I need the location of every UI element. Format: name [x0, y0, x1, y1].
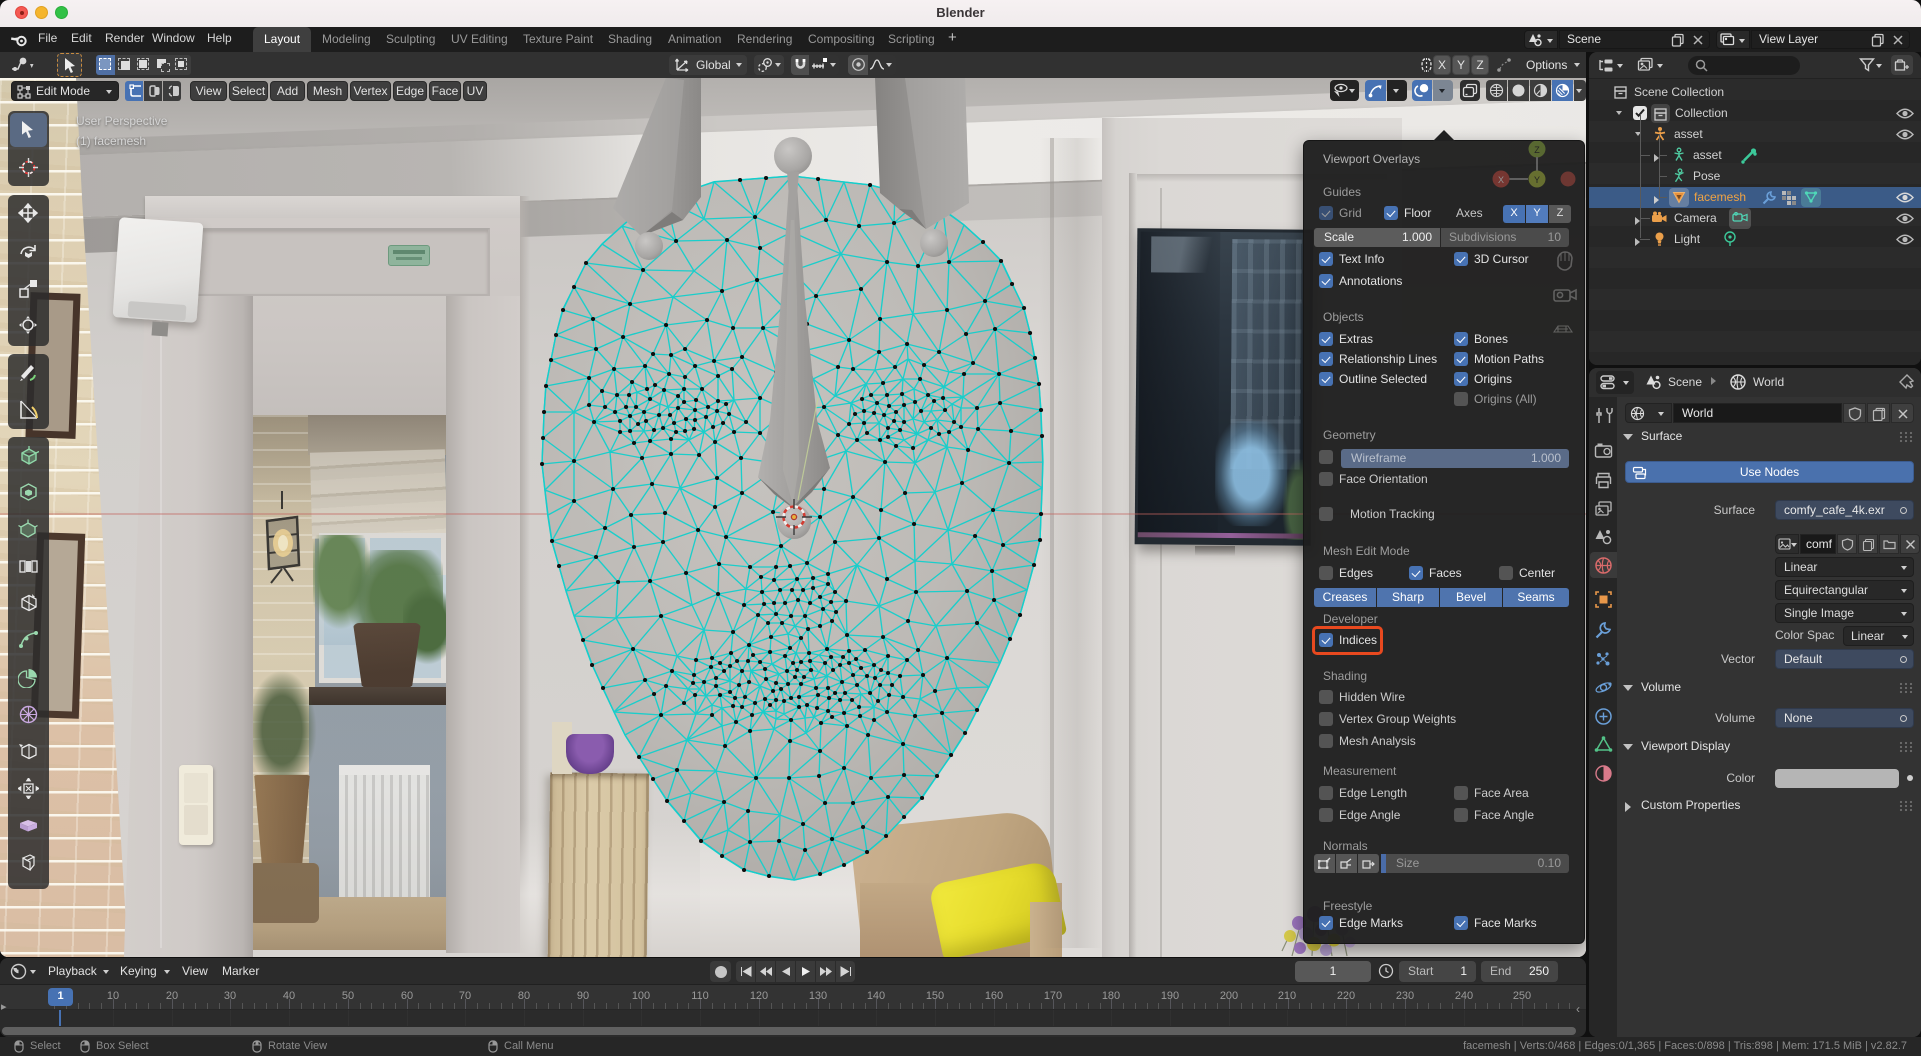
svg-text:X: X	[1498, 175, 1504, 185]
svg-text:Y: Y	[1534, 175, 1540, 185]
svg-text:Z: Z	[1534, 145, 1540, 155]
